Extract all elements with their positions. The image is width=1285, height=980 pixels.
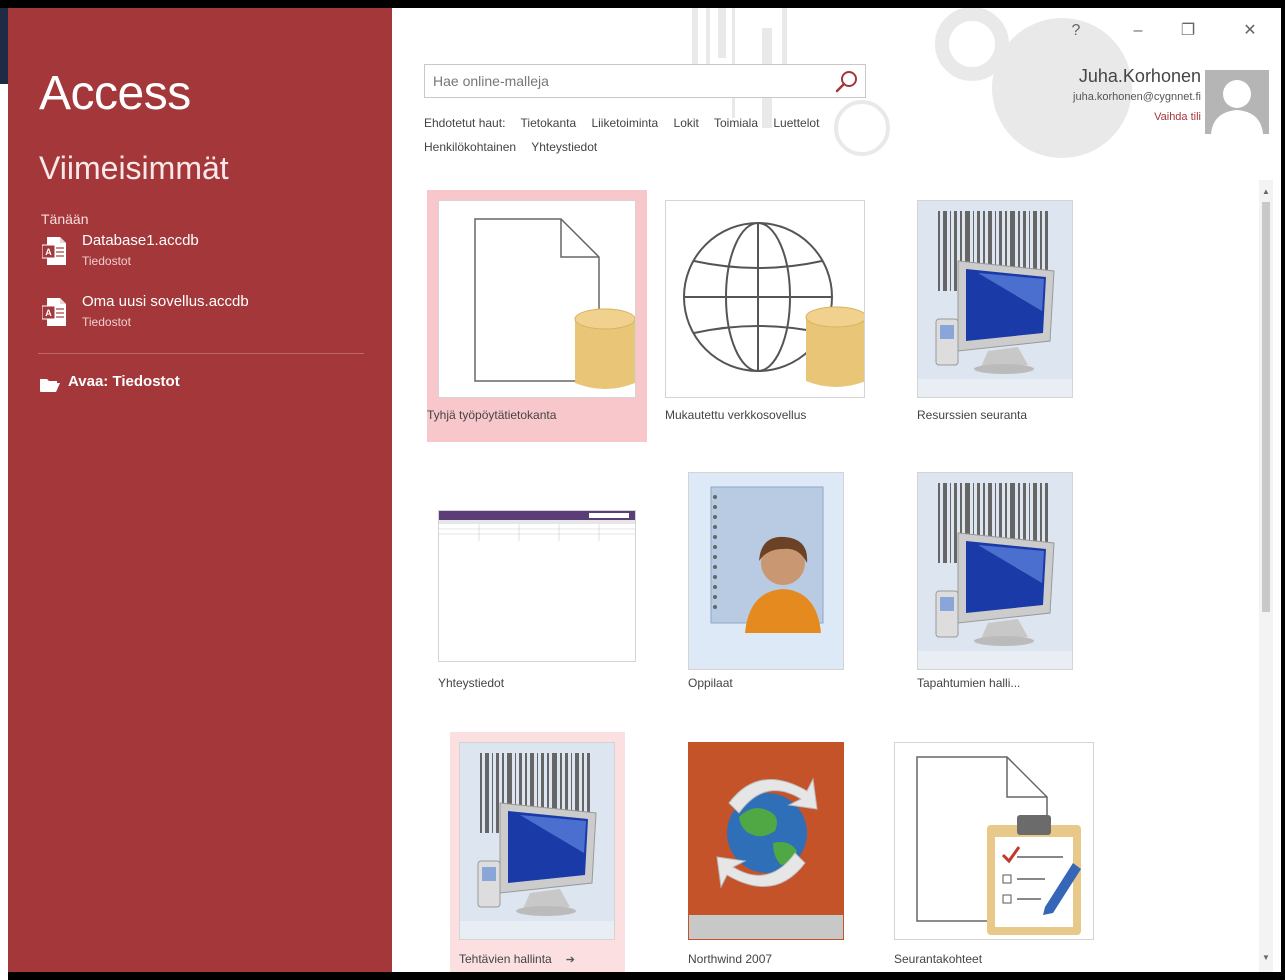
suggested-searches: Ehdotetut haut: Tietokanta Liiketoiminta… <box>424 111 984 159</box>
recent-file-location: Tiedostot <box>82 315 131 329</box>
student-notebook-icon <box>689 473 843 651</box>
template-tile[interactable]: Seurantakohteet <box>882 732 1102 972</box>
access-file-icon: A <box>42 237 66 265</box>
today-group-label: Tänään <box>41 211 89 227</box>
suggestion-link[interactable]: Henkilökohtainen <box>424 140 516 154</box>
template-thumbnail <box>459 742 615 940</box>
template-thumbnail <box>688 472 844 670</box>
account-email: juha.korhonen@cygnnet.fi <box>1073 91 1201 103</box>
clipboard-checklist-icon <box>916 756 1081 935</box>
template-tile[interactable]: Northwind 2007 <box>677 732 877 972</box>
scroll-up-arrow-icon[interactable]: ▲ <box>1259 184 1273 200</box>
template-thumbnail <box>917 472 1073 670</box>
open-other-files-label: Avaa: Tiedostot <box>68 373 180 390</box>
template-caption: Tehtävien hallinta ➔ <box>459 952 575 966</box>
svg-text:A: A <box>45 247 52 257</box>
folder-open-icon <box>40 379 60 392</box>
suggestion-link[interactable]: Tietokanta <box>521 116 577 130</box>
help-button[interactable]: ? <box>1056 16 1096 46</box>
template-thumbnail <box>917 200 1073 398</box>
switch-account-link[interactable]: Vaihda tili <box>1154 111 1201 123</box>
contacts-form-icon <box>439 511 635 661</box>
suggestion-link[interactable]: Yhteystiedot <box>531 140 597 154</box>
template-thumbnail <box>894 742 1094 940</box>
template-caption: Mukautettu verkkosovellus <box>665 408 807 422</box>
template-caption: Northwind 2007 <box>688 952 773 966</box>
access-file-icon: A <box>42 298 66 326</box>
search-icon[interactable] <box>833 69 859 95</box>
template-caption: Tyhjä työpöytätietokanta <box>427 408 557 422</box>
template-gallery: Tyhjä työpöytätietokanta Mukautettu verk… <box>392 180 1262 972</box>
app-title: Access <box>39 67 191 120</box>
computer-barcode-icon <box>918 473 1072 651</box>
recent-file-location: Tiedostot <box>82 254 131 268</box>
recent-section-title: Viimeisimmät <box>39 150 229 186</box>
suggestion-link[interactable]: Toimiala <box>714 116 758 130</box>
template-thumbnail <box>438 510 636 662</box>
template-caption: Tapahtumien halli... <box>917 676 1021 690</box>
template-caption: Resurssien seuranta <box>917 408 1028 422</box>
window-top-border <box>0 0 1285 8</box>
recent-file-item[interactable]: A Oma uusi sovellus.accdb Tiedostot <box>40 293 360 339</box>
computer-barcode-icon <box>918 201 1072 379</box>
template-thumbnail <box>665 200 865 398</box>
scroll-thumb[interactable] <box>1262 202 1270 612</box>
template-caption: Seurantakohteet <box>894 952 983 966</box>
template-tile[interactable]: Yhteystiedot <box>427 464 647 704</box>
blank-database-icon <box>474 218 635 389</box>
template-tile[interactable]: Tapahtumien halli... <box>907 464 1107 704</box>
template-caption: Yhteystiedot <box>438 676 505 690</box>
restore-button[interactable]: ❐ <box>1168 16 1208 46</box>
template-tile[interactable]: Tehtävien hallinta ➔ <box>450 732 625 972</box>
suggested-searches-label: Ehdotetut haut: <box>424 116 506 130</box>
sidebar-divider <box>38 353 364 354</box>
svg-text:A: A <box>45 308 52 318</box>
template-tile[interactable]: Resurssien seuranta <box>907 190 1107 442</box>
template-tile[interactable]: Tyhjä työpöytätietokanta <box>427 190 647 442</box>
template-search-input[interactable] <box>425 65 825 97</box>
window-right-border <box>1281 8 1285 980</box>
northwind-globe-icon <box>689 743 843 939</box>
pin-icon[interactable]: ➔ <box>566 954 575 966</box>
recent-file-name: Oma uusi sovellus.accdb <box>82 293 249 310</box>
template-search-box <box>424 64 866 98</box>
main-panel: ? – ❐ ✕ Ehdotetut haut: Tietokanta Liike… <box>392 8 1281 972</box>
vertical-scrollbar[interactable]: ▲ ▼ <box>1259 180 1273 972</box>
globe-database-icon <box>683 222 864 387</box>
template-caption-text: Tehtävien hallinta <box>459 952 552 966</box>
suggestion-link[interactable]: Luettelot <box>773 116 819 130</box>
account-name: Juha.Korhonen <box>1078 66 1201 86</box>
computer-barcode-icon <box>460 743 614 921</box>
suggestion-link[interactable]: Lokit <box>674 116 699 130</box>
template-tile[interactable]: Mukautettu verkkosovellus <box>654 190 874 442</box>
scroll-down-arrow-icon[interactable]: ▼ <box>1259 950 1273 966</box>
template-caption: Oppilaat <box>688 676 733 690</box>
avatar[interactable] <box>1205 70 1269 134</box>
close-button[interactable]: ✕ <box>1230 16 1270 46</box>
user-silhouette-icon <box>1205 70 1269 134</box>
template-thumbnail <box>438 200 636 398</box>
recent-file-item[interactable]: A Database1.accdb Tiedostot <box>40 232 360 278</box>
template-thumbnail <box>688 742 844 940</box>
recent-file-name: Database1.accdb <box>82 232 199 249</box>
sidebar: Access Viimeisimmät Tänään A Database1.a… <box>8 8 392 972</box>
suggestion-link[interactable]: Liiketoiminta <box>591 116 658 130</box>
template-tile[interactable]: Oppilaat <box>677 464 877 704</box>
window-left-edge <box>0 8 8 980</box>
minimize-button[interactable]: – <box>1118 16 1158 46</box>
